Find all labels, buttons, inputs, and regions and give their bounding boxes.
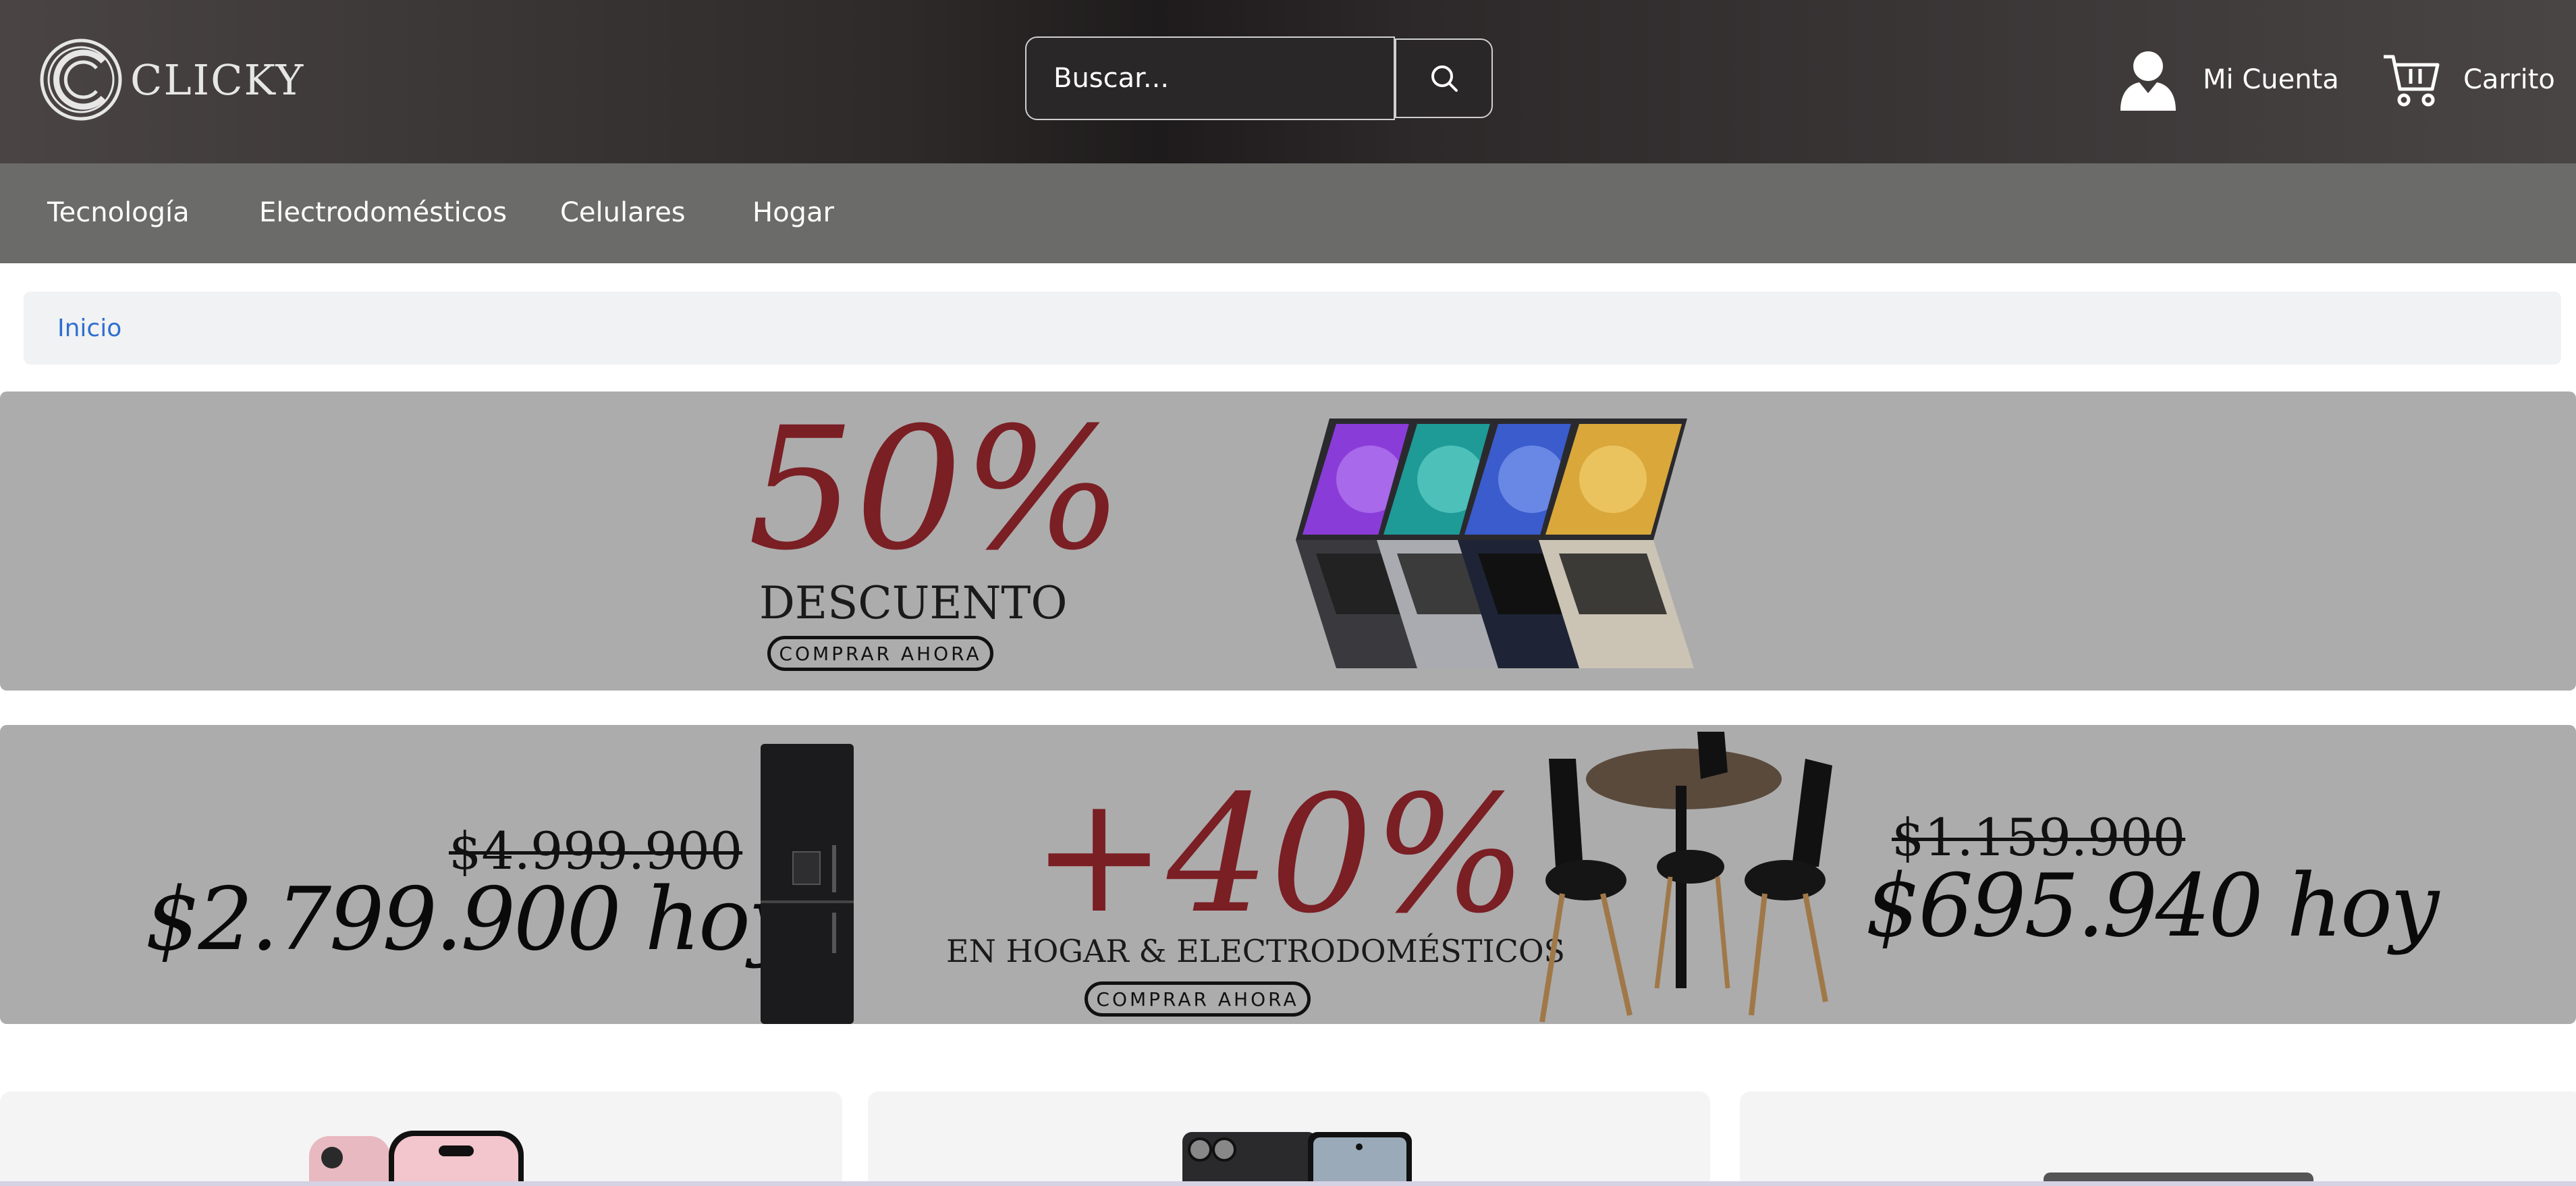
dining-set-image <box>1539 732 1832 1023</box>
search-button[interactable] <box>1395 38 1493 118</box>
search-icon <box>1431 65 1458 92</box>
account-link[interactable]: Mi Cuenta <box>2119 46 2339 113</box>
page-bottom-divider <box>0 1181 2576 1186</box>
home-appliances-banner[interactable]: $4.999.900 $2.799.900 hoy +40% EN HOGAR … <box>0 725 2576 1024</box>
search-input[interactable] <box>1025 36 1395 120</box>
product-card-iphone[interactable] <box>0 1091 842 1186</box>
cart-icon <box>2384 55 2440 107</box>
nav-item-electrodomesticos[interactable]: Electrodomésticos <box>259 197 507 228</box>
nav-item-hogar[interactable]: Hogar <box>752 197 834 228</box>
banner-subtitle: DESCUENTO <box>759 577 1068 629</box>
user-icon <box>2120 51 2176 111</box>
product-card-samsung[interactable] <box>868 1091 1710 1186</box>
logo[interactable]: CLICKY <box>37 32 304 127</box>
cart-label: Carrito <box>2463 64 2555 95</box>
nav-item-celulares[interactable]: Celulares <box>560 197 686 228</box>
breadcrumb: Inicio <box>24 292 2561 365</box>
iphone-image <box>309 1131 524 1186</box>
home-subtitle: EN HOGAR & ELECTRODOMÉSTICOS <box>946 933 1566 969</box>
shop-now-button-home[interactable]: COMPRAR AHORA <box>1085 981 1311 1017</box>
fridge-image <box>761 744 854 1024</box>
account-label: Mi Cuenta <box>2203 64 2339 95</box>
fridge-new-price: $2.799.900 hoy <box>145 869 797 970</box>
cart-link[interactable]: Carrito <box>2381 46 2555 113</box>
logo-text: CLICKY <box>130 55 305 105</box>
site-header: CLICKY Mi Cuenta Carrito <box>0 0 2576 163</box>
category-nav: Tecnología Electrodomésticos Celulares H… <box>0 163 2576 263</box>
product-card-3[interactable] <box>1740 1091 2576 1186</box>
shop-now-button[interactable]: COMPRAR AHORA <box>767 636 993 671</box>
home-percent: +40% <box>1031 760 1527 949</box>
logo-c-icon <box>40 38 122 121</box>
dining-new-price: $695.940 hoy <box>1865 856 2439 956</box>
banner-percent: 50% <box>748 392 1123 587</box>
laptop-discount-banner[interactable]: 50% DESCUENTO COMPRAR AHORA <box>0 392 2576 691</box>
breadcrumb-home-link[interactable]: Inicio <box>57 315 121 342</box>
nav-item-tecnologia[interactable]: Tecnología <box>47 197 190 228</box>
laptops-image <box>1296 419 1694 668</box>
galaxy-flip-image <box>1182 1132 1412 1186</box>
search-bar <box>1025 36 1493 120</box>
